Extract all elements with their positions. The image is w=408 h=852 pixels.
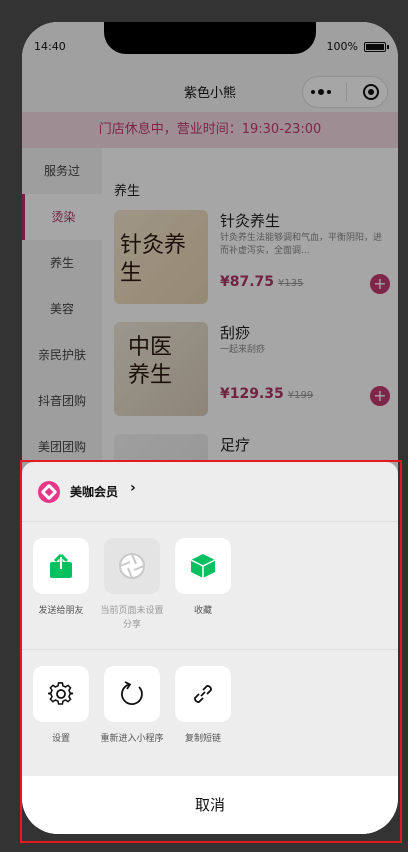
send-to-friend-button[interactable]: 发送给朋友 [26, 538, 96, 618]
share-icon [50, 553, 72, 578]
favorite-button[interactable]: 收藏 [168, 538, 238, 618]
phone-screen: 14:40 100% 紫色小熊 门店休息中，营业时间：19:30-23:00 服… [22, 22, 398, 834]
share-disabled-button: 当前页面未设置分享 [97, 538, 167, 632]
sheet-header[interactable]: 美咖会员 › [22, 462, 398, 522]
cube-icon [190, 554, 216, 578]
reenter-button[interactable]: 重新进入小程序 [97, 666, 167, 746]
shutter-icon [119, 553, 145, 579]
favorite-tile [175, 538, 231, 594]
link-icon [194, 685, 212, 703]
action-sheet: 美咖会员 › 发送给朋友 当前页面未设置分享 收藏 设置 重新进入小程序 复制短… [22, 462, 398, 834]
share-actions-row: 发送给朋友 当前页面未设置分享 收藏 [22, 522, 398, 650]
send-tile [33, 538, 89, 594]
chevron-right-icon: › [130, 480, 136, 496]
settings-button[interactable]: 设置 [26, 666, 96, 746]
gear-icon [48, 682, 74, 705]
notch [104, 22, 316, 54]
copy-link-button[interactable]: 复制短链 [168, 666, 238, 746]
brand-name: 美咖会员 [70, 485, 119, 499]
action-label: 重新进入小程序 [100, 734, 164, 744]
reenter-tile [104, 666, 160, 722]
settings-tile [33, 666, 89, 722]
action-label: 设置 [51, 734, 70, 744]
copy-link-tile [175, 666, 231, 722]
brand-logo [38, 481, 60, 503]
refresh-icon [121, 681, 143, 705]
cancel-button[interactable]: 取消 [22, 776, 398, 834]
action-label: 当前页面未设置分享 [100, 606, 164, 630]
action-label: 复制短链 [184, 734, 221, 744]
action-label: 发送给朋友 [38, 606, 84, 616]
system-actions-row: 设置 重新进入小程序 复制短链 [22, 650, 398, 778]
action-label: 收藏 [193, 606, 212, 616]
share-disabled-tile [104, 538, 160, 594]
